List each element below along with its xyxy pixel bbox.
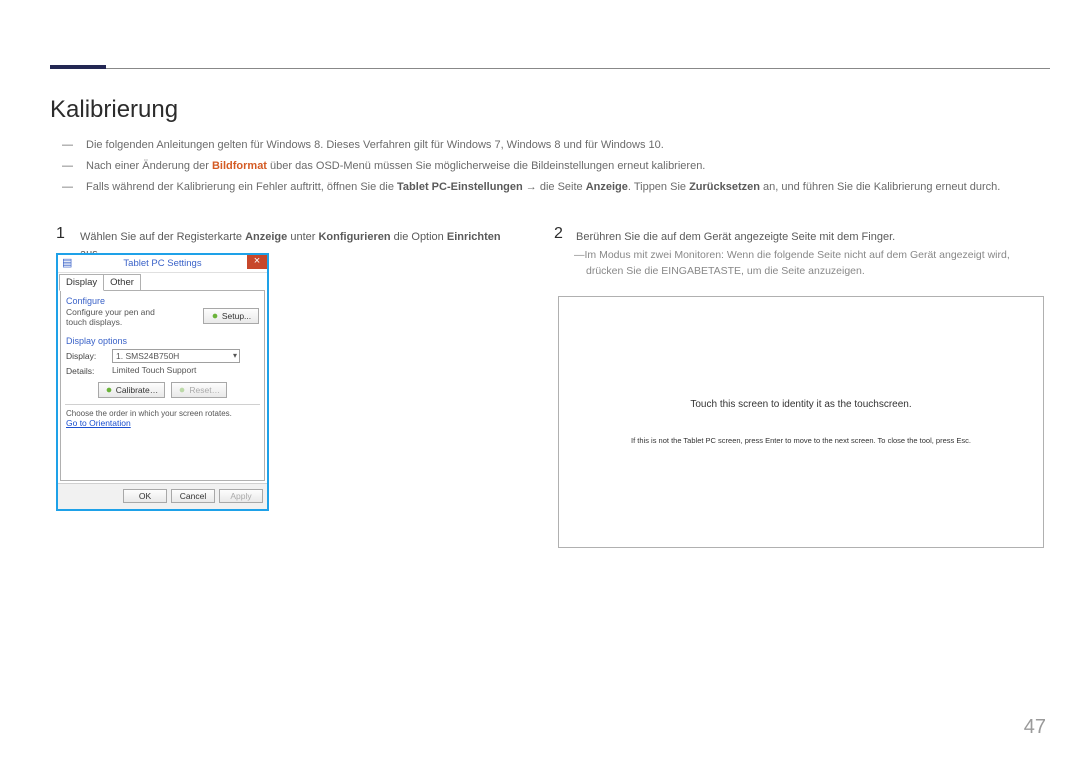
page-rule-accent <box>50 65 106 69</box>
text-segment: unter <box>287 231 318 243</box>
page-rule <box>50 68 1050 69</box>
note-bold-3: Zurücksetzen <box>689 181 760 193</box>
configure-group-label: Configure <box>66 296 259 306</box>
step-1-number: 1 <box>56 225 65 243</box>
gear-icon <box>105 386 113 394</box>
note-bold-1: Tablet PC-Einstellungen <box>397 181 526 193</box>
note-text-pre: Falls während der Kalibrierung ein Fehle… <box>86 181 397 193</box>
configure-description: Configure your pen and touch displays. <box>66 308 176 328</box>
display-select[interactable]: 1. SMS24B750H ▾ <box>112 349 240 363</box>
divider <box>65 404 260 405</box>
display-options-group-label: Display options <box>66 336 259 346</box>
calibrate-button[interactable]: Calibrate… <box>98 382 166 398</box>
touch-panel-main-text: Touch this screen to identity it as the … <box>690 399 911 410</box>
setup-button[interactable]: Setup... <box>203 308 259 324</box>
details-value: Limited Touch Support <box>112 366 196 376</box>
ok-button[interactable]: OK <box>123 489 167 503</box>
text-segment: Wählen Sie auf der Registerkarte <box>80 231 245 243</box>
reset-button-label: Reset… <box>189 385 220 395</box>
setup-button-label: Setup... <box>222 311 251 321</box>
reset-button[interactable]: Reset… <box>171 382 227 398</box>
step-2-text: Berühren Sie die auf dem Gerät angezeigt… <box>576 229 1006 246</box>
intro-note-3: ―Falls während der Kalibrierung ein Fehl… <box>74 180 1050 195</box>
note-text-post: an, und führen Sie die Kalibrierung erne… <box>760 181 1000 193</box>
note-text-mid1: die Seite <box>537 181 586 193</box>
note-text-pre: Nach einer Änderung der <box>86 160 212 172</box>
dialog-title: Tablet PC Settings <box>123 258 201 269</box>
dialog-title-bar[interactable]: ▤ Tablet PC Settings × <box>58 255 267 273</box>
display-row-label: Display: <box>66 351 112 361</box>
orientation-link[interactable]: Go to Orientation <box>66 418 131 428</box>
display-row: Display: 1. SMS24B750H ▾ <box>66 349 259 363</box>
tab-other[interactable]: Other <box>103 274 141 291</box>
bold-segment: Anzeige <box>245 231 287 243</box>
touch-panel-sub-text: If this is not the Tablet PC screen, pre… <box>631 436 971 445</box>
intro-note-1: ―Die folgenden Anleitungen gelten für Wi… <box>74 138 1050 153</box>
bold-segment: Konfigurieren <box>318 231 390 243</box>
section-heading: Kalibrierung <box>50 96 178 124</box>
note-highlight: Bildformat <box>212 160 267 172</box>
step-2-number: 2 <box>554 225 563 243</box>
close-icon[interactable]: × <box>247 255 267 269</box>
note-text: Die folgenden Anleitungen gelten für Win… <box>86 139 664 151</box>
touch-identify-panel[interactable]: Touch this screen to identity it as the … <box>558 296 1044 548</box>
note-bold-2: Anzeige <box>586 181 628 193</box>
intro-note-2: ―Nach einer Änderung der Bildformat über… <box>74 159 1050 174</box>
dialog-body: Display Other Configure Configure your p… <box>58 273 267 481</box>
display-select-value: 1. SMS24B750H <box>116 351 179 361</box>
tablet-pc-settings-dialog: ▤ Tablet PC Settings × Display Other Con… <box>56 253 269 511</box>
tab-panel-display: Configure Configure your pen and touch d… <box>60 290 265 481</box>
gear-icon <box>178 386 186 394</box>
calibrate-button-label: Calibrate… <box>116 385 159 395</box>
monitor-icon: ▤ <box>62 257 74 269</box>
calibrate-reset-row: Calibrate… Reset… <box>66 382 259 398</box>
arrow-icon: → <box>526 181 537 193</box>
chevron-down-icon: ▾ <box>233 351 237 360</box>
tab-display[interactable]: Display <box>59 274 104 291</box>
cancel-button[interactable]: Cancel <box>171 489 215 503</box>
page-number: 47 <box>1024 716 1046 739</box>
step-2-subnote: ―Im Modus mit zwei Monitoren: Wenn die f… <box>562 248 1040 280</box>
note-text-post: über das OSD-Menü müssen Sie möglicherwe… <box>267 160 705 172</box>
dialog-tabs: Display Other <box>58 273 267 290</box>
apply-button[interactable]: Apply <box>219 489 263 503</box>
details-row-label: Details: <box>66 366 112 376</box>
orientation-description: Choose the order in which your screen ro… <box>66 409 259 418</box>
bold-segment: Einrichten <box>447 231 501 243</box>
subnote-text: Im Modus mit zwei Monitoren: Wenn die fo… <box>585 249 1010 277</box>
text-segment: die Option <box>391 231 447 243</box>
gear-icon <box>211 312 219 320</box>
note-text-mid2: . Tippen Sie <box>628 181 689 193</box>
details-row: Details: Limited Touch Support <box>66 366 259 376</box>
dialog-footer: OK Cancel Apply <box>58 483 267 509</box>
